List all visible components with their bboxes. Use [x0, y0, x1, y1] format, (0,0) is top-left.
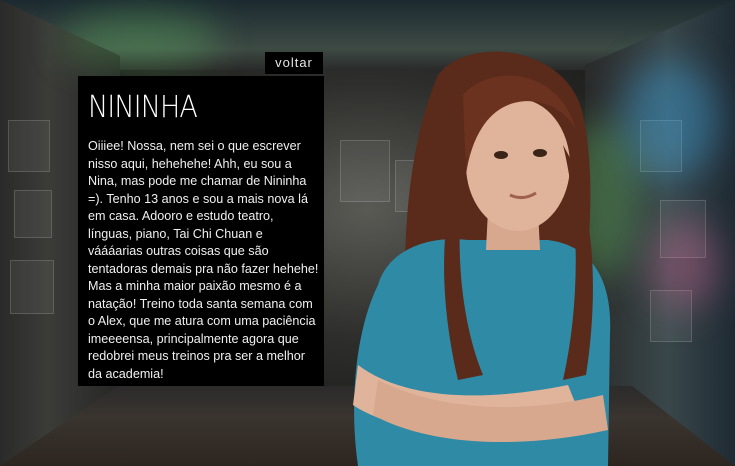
character-portrait	[353, 51, 611, 466]
character-bio: Oiiiee! Nossa, nem sei o que escrever ni…	[88, 139, 319, 381]
character-name: NININHA	[88, 90, 198, 125]
character-profile-screen: voltar NININHA Oiiiee! Nossa, nem sei o …	[0, 0, 735, 466]
wall-photo-tile	[10, 260, 54, 314]
bio-panel: NININHA Oiiiee! Nossa, nem sei o que esc…	[78, 76, 324, 386]
wall-photo-tile	[14, 190, 52, 238]
back-button[interactable]: voltar	[265, 52, 323, 74]
green-neon-graffiti	[60, 10, 220, 70]
pink-neon-graffiti	[650, 220, 720, 310]
wall-photo-tile	[8, 120, 50, 172]
